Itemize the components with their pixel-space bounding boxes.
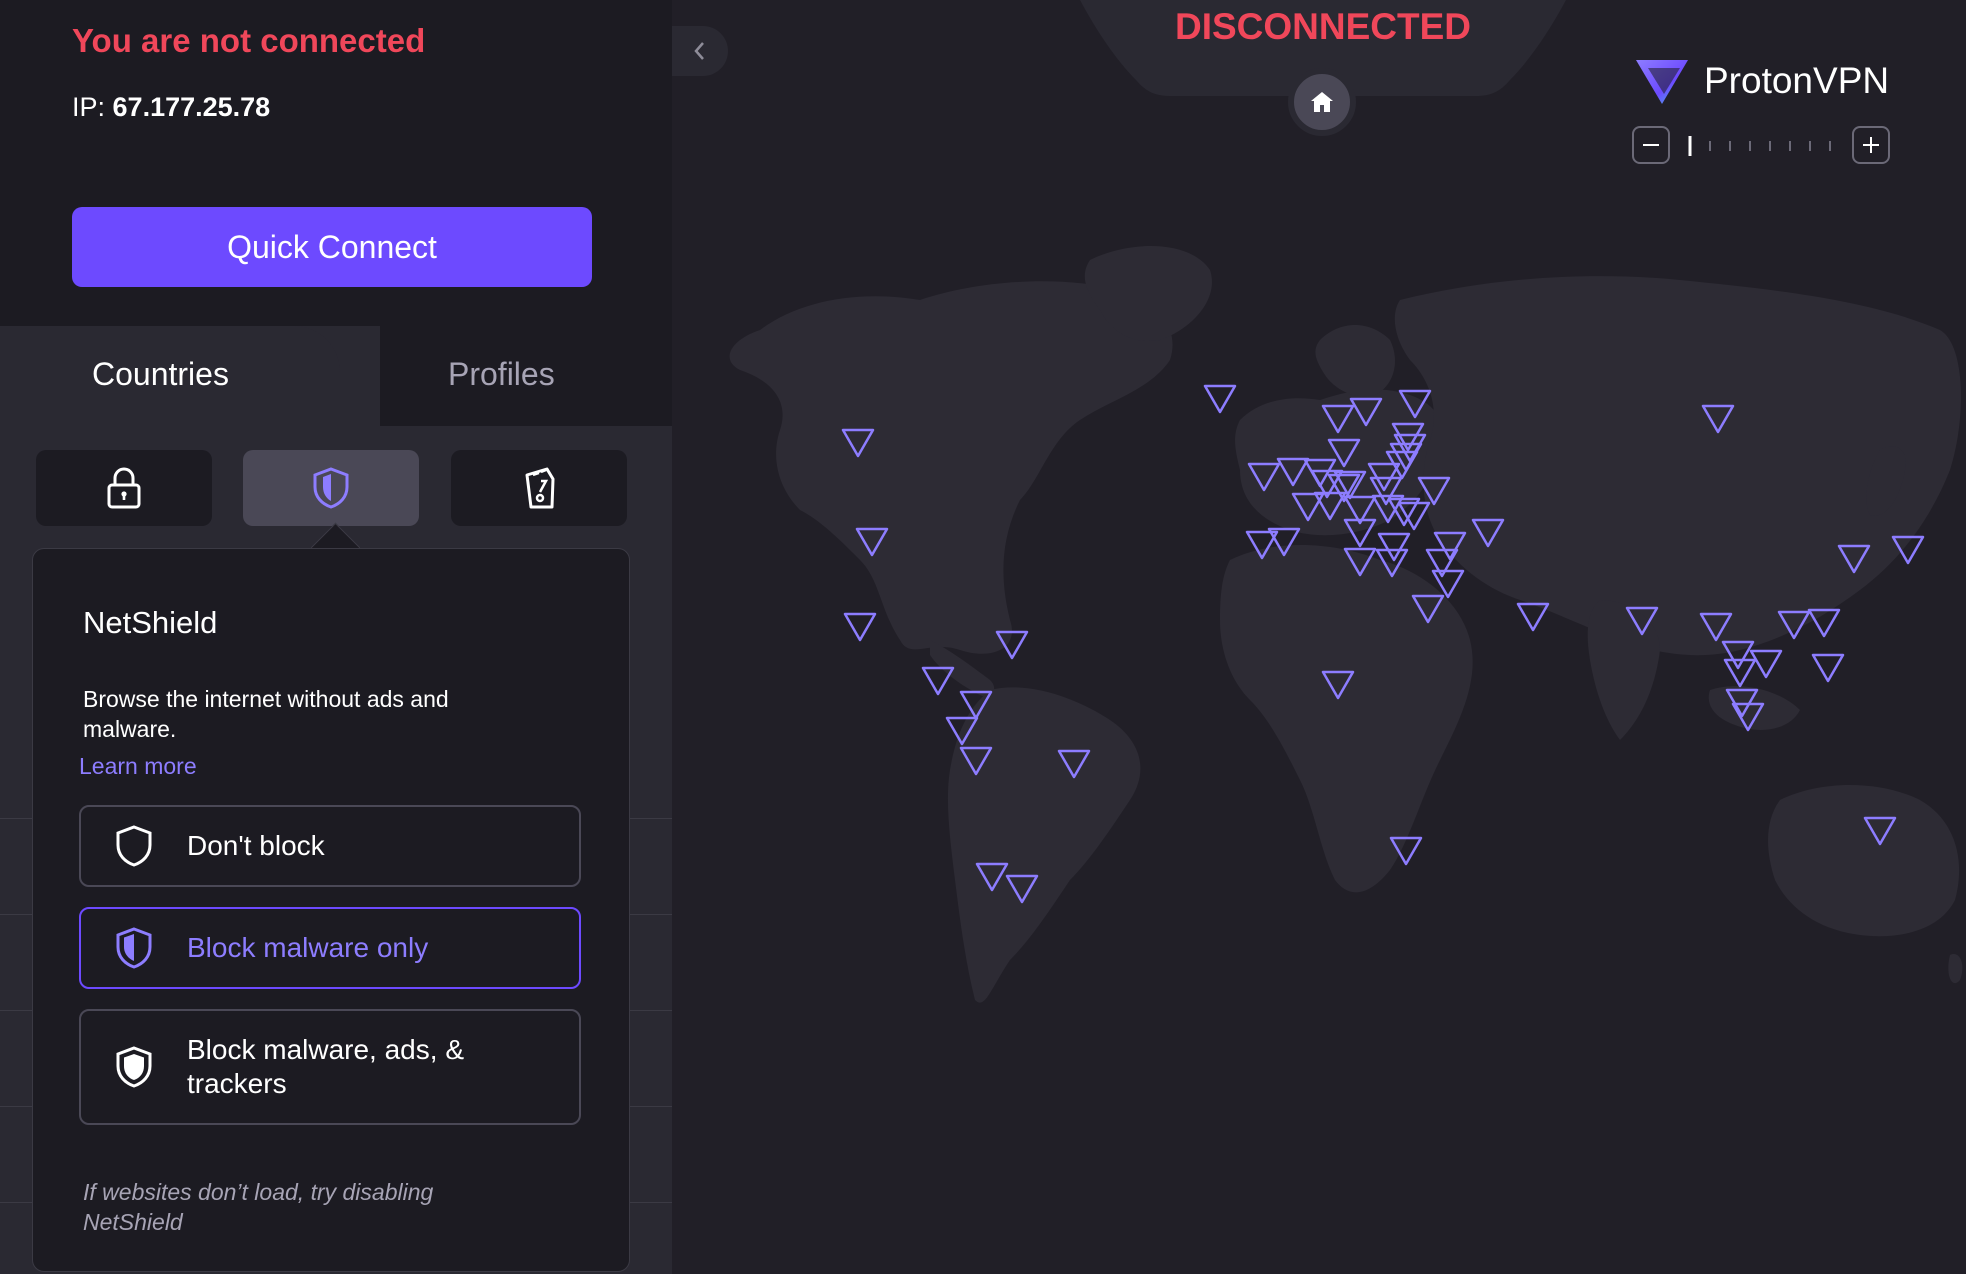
- shield-half-icon: [116, 927, 152, 969]
- option-dont-block[interactable]: Don't block: [79, 805, 581, 887]
- secure-core-filter-button[interactable]: [36, 450, 212, 526]
- connection-status-banner: DISCONNECTED: [1174, 6, 1472, 47]
- popover-title: NetShield: [83, 605, 218, 640]
- option-label: Don't block: [187, 830, 325, 861]
- world-map-graphic: [729, 246, 1963, 1003]
- server-marker[interactable]: [1811, 653, 1845, 683]
- brand-logo: ProtonVPN: [1634, 56, 1889, 106]
- world-map[interactable]: [672, 0, 1966, 1274]
- shield-icon: [313, 467, 349, 509]
- server-marker[interactable]: [1749, 649, 1783, 679]
- ip-value: 67.177.25.78: [112, 92, 271, 122]
- server-marker[interactable]: [843, 612, 877, 642]
- streaming-filter-button[interactable]: [451, 450, 627, 526]
- sidebar: You are not connected IP: 67.177.25.78 Q…: [0, 0, 672, 1274]
- home-location-button[interactable]: [1288, 68, 1356, 136]
- chevron-left-icon: [694, 42, 704, 60]
- ip-address: IP: 67.177.25.78: [72, 92, 270, 123]
- continents: [729, 246, 1963, 1003]
- option-block-malware-ads-trackers[interactable]: Block malware, ads, & trackers: [79, 1009, 581, 1125]
- option-label: Block malware only: [187, 932, 429, 963]
- quick-connect-button[interactable]: Quick Connect: [72, 207, 592, 287]
- shield-full-icon: [116, 1046, 152, 1088]
- collapse-sidebar-button[interactable]: [672, 26, 728, 76]
- learn-more-link[interactable]: Learn more: [79, 753, 197, 780]
- streaming-icon: [525, 467, 555, 509]
- tab-countries[interactable]: Countries: [92, 356, 229, 393]
- option-label: Block malware, ads, & trackers: [187, 1034, 464, 1099]
- popover-footer-hint: If websites don’t load, try disabling Ne…: [83, 1179, 434, 1235]
- protonvpn-logo-icon: [1636, 60, 1688, 104]
- connection-status-text: You are not connected: [72, 22, 426, 59]
- server-marker[interactable]: [1203, 384, 1237, 414]
- zoom-in-button[interactable]: [1852, 126, 1890, 164]
- zoom-slider[interactable]: [1686, 136, 1836, 156]
- shield-outline-icon: [116, 825, 152, 867]
- popover-description: Browse the internet without ads and malw…: [83, 686, 449, 742]
- netshield-filter-button[interactable]: [243, 450, 419, 526]
- map-bottom-fade: [672, 1150, 1966, 1274]
- plus-icon: [1863, 137, 1879, 153]
- minus-icon: [1643, 144, 1659, 146]
- home-icon: [1311, 92, 1333, 112]
- netshield-popover: NetShield Browse the internet without ad…: [32, 548, 630, 1272]
- option-block-malware-only[interactable]: Block malware only: [79, 907, 581, 989]
- tab-profiles[interactable]: Profiles: [448, 356, 555, 393]
- lock-icon: [107, 467, 141, 509]
- ip-label: IP:: [72, 92, 106, 122]
- zoom-out-button[interactable]: [1632, 126, 1670, 164]
- brand-name: ProtonVPN: [1704, 60, 1890, 101]
